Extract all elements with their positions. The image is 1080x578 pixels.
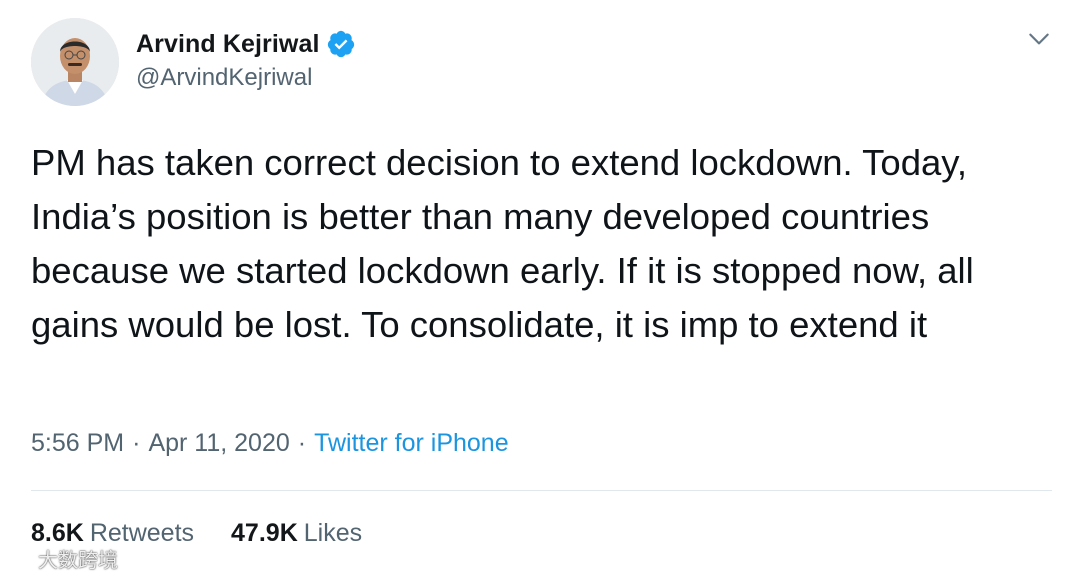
likes-count: 47.9K: [231, 519, 298, 547]
name-row: Arvind Kejriwal: [136, 28, 356, 60]
tweet-text: PM has taken correct decision to extend …: [31, 142, 984, 345]
meta-separator: ·: [132, 429, 141, 457]
tweet-meta: 5:56 PM · Apr 11, 2020 · Twitter for iPh…: [31, 429, 509, 458]
watermark-logo-icon: [9, 548, 28, 565]
avatar-portrait: [31, 18, 119, 106]
meta-separator: ·: [297, 429, 307, 457]
tweet-card: Arvind Kejriwal @ArvindKejriwal PM has t…: [0, 0, 1080, 578]
tweet-time[interactable]: 5:56 PM: [31, 429, 124, 458]
user-handle[interactable]: @ArvindKejriwal: [136, 64, 356, 92]
likes-label: Likes: [303, 519, 363, 547]
verified-badge-icon: [326, 29, 356, 59]
display-name[interactable]: Arvind Kejriwal: [136, 30, 320, 59]
watermark: 大数跨境: [8, 544, 118, 573]
chevron-down-icon[interactable]: [1026, 26, 1052, 52]
tweet-date[interactable]: Apr 11, 2020: [148, 429, 289, 458]
divider: [31, 490, 1052, 491]
tweet-source-link[interactable]: Twitter for iPhone: [314, 429, 509, 458]
likes-stat[interactable]: 47.9K Likes: [231, 519, 362, 548]
avatar[interactable]: [31, 18, 119, 106]
watermark-text: 大数跨境: [38, 548, 118, 572]
author-block: Arvind Kejriwal @ArvindKejriwal: [136, 28, 356, 92]
